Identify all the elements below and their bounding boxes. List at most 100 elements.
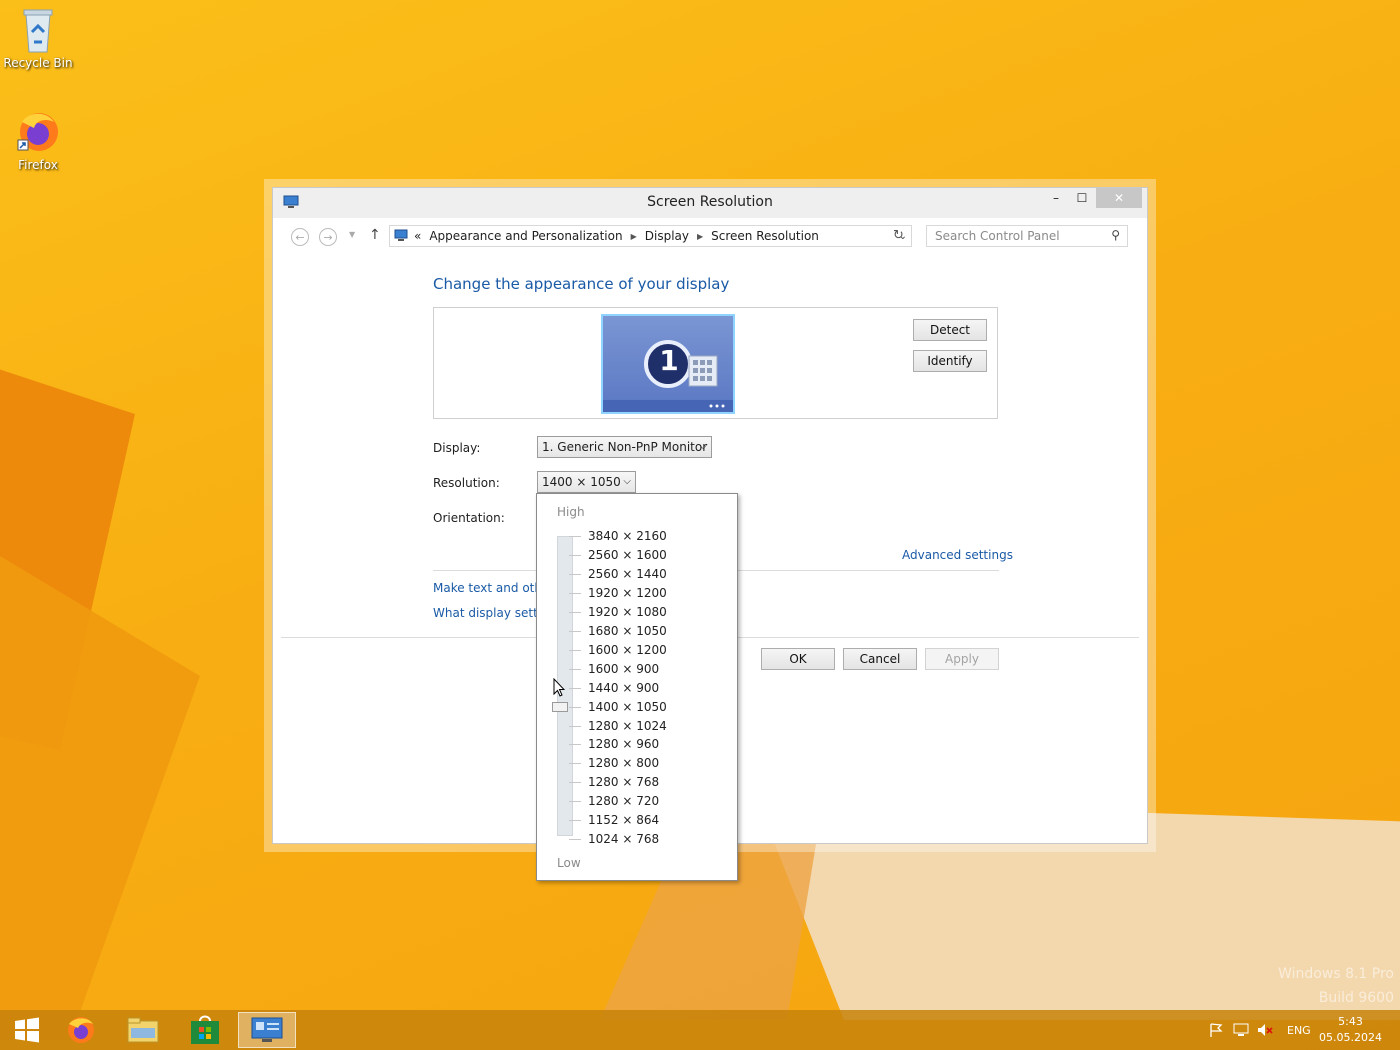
volume-muted-icon[interactable] [1256, 1010, 1274, 1050]
desktop-icon-recycle-bin[interactable]: Recycle Bin [0, 6, 76, 70]
resolution-option[interactable]: 1600 × 1200 [588, 641, 667, 659]
display-label: Display: [433, 441, 481, 455]
chevron-right-icon[interactable]: ▶ [631, 232, 637, 241]
taskbar-store[interactable] [178, 1012, 232, 1048]
slider-tick [569, 782, 581, 784]
chevron-down-icon: ⌵ [699, 441, 707, 452]
clock-time: 5:43 [1338, 1015, 1363, 1028]
resolution-slider-thumb[interactable] [552, 701, 568, 712]
ok-button[interactable]: OK [761, 648, 835, 670]
window-title: Screen Resolution [647, 194, 773, 210]
slider-tick [569, 839, 581, 841]
slider-tick [569, 744, 581, 746]
resolution-option[interactable]: 1280 × 800 [588, 754, 659, 772]
resolution-option[interactable]: 1680 × 1050 [588, 622, 667, 640]
slider-tick [569, 649, 581, 651]
resolution-option[interactable]: 1280 × 960 [588, 735, 659, 753]
network-icon[interactable] [1232, 1010, 1250, 1050]
folder-icon [127, 1017, 159, 1043]
resolution-dropdown: High 3840 × 2160 2560 × 1600 2560 × 1440 19… [536, 493, 738, 881]
display-select[interactable]: 1. Generic Non-PnP Monitor ⌵ [537, 436, 712, 458]
resolution-option[interactable]: 3840 × 2160 [588, 527, 667, 545]
breadcrumb-display[interactable]: Display [645, 229, 689, 243]
apply-button[interactable]: Apply [925, 648, 999, 670]
refresh-icon[interactable]: ↻ [893, 228, 904, 243]
chevron-down-icon: ⌵ [623, 476, 631, 487]
slider-tick [569, 725, 581, 727]
up-arrow-icon[interactable]: ↑ [369, 227, 381, 243]
slider-tick [569, 801, 581, 803]
resolution-label: Resolution: [433, 476, 500, 490]
resolution-option[interactable]: 2560 × 1600 [588, 546, 667, 564]
breadcrumb-appearance[interactable]: Appearance and Personalization [429, 229, 622, 243]
slider-tick [569, 763, 581, 765]
resolution-option[interactable]: 1280 × 720 [588, 792, 659, 810]
close-button[interactable]: ✕ [1096, 188, 1142, 208]
resolution-option[interactable]: 1920 × 1200 [588, 584, 667, 602]
control-panel-icon [251, 1017, 283, 1042]
resolution-option[interactable]: 1280 × 1024 [588, 717, 667, 735]
chevron-right-icon[interactable]: ▶ [697, 232, 703, 241]
advanced-settings-link[interactable]: Advanced settings [902, 548, 1013, 562]
identify-button[interactable]: Identify [913, 350, 987, 372]
title-bar[interactable]: Screen Resolution – ☐ ✕ [273, 188, 1147, 218]
slider-tick [569, 611, 581, 613]
resolution-option[interactable]: 1152 × 864 [588, 811, 659, 829]
taskbar-file-explorer[interactable] [116, 1012, 170, 1048]
firefox-icon [16, 108, 60, 156]
slider-tick [569, 630, 581, 632]
slider-tick [569, 554, 581, 556]
clock-date: 05.05.2024 [1319, 1031, 1382, 1044]
resolution-option[interactable]: 1280 × 768 [588, 773, 659, 791]
high-label: High [557, 505, 585, 519]
resolution-select[interactable]: 1400 × 1050 ⌵ [537, 471, 636, 493]
slider-tick [569, 706, 581, 708]
search-icon[interactable]: ⚲ [1111, 228, 1120, 242]
firefox-icon [68, 1017, 94, 1043]
breadcrumb-overflow[interactable]: « [414, 229, 421, 243]
taskbar-control-panel[interactable] [238, 1012, 296, 1048]
resolution-option[interactable]: 1440 × 900 [588, 679, 659, 697]
address-bar[interactable]: « Appearance and Personalization ▶ Displ… [389, 225, 912, 247]
search-input[interactable]: Search Control Panel ⚲ [926, 225, 1128, 247]
navigation-bar: ← → ▼ ↑ « Appearance and Personalization… [273, 218, 1147, 256]
detect-button[interactable]: Detect [913, 319, 987, 341]
low-label: Low [557, 856, 581, 870]
resolution-option[interactable]: 1920 × 1080 [588, 603, 667, 621]
back-button[interactable]: ← [291, 228, 309, 246]
store-icon [191, 1015, 219, 1044]
slider-tick [569, 668, 581, 670]
monitor-arrangement-area: 1 Detect Identify [433, 307, 998, 419]
resolution-option[interactable]: 2560 × 1440 [588, 565, 667, 583]
os-watermark-edition: Windows 8.1 Pro [1278, 966, 1394, 982]
cancel-button[interactable]: Cancel [843, 648, 917, 670]
resolution-option[interactable]: 1600 × 900 [588, 660, 659, 678]
resolution-option[interactable]: 1024 × 768 [588, 830, 659, 848]
system-clock[interactable]: 5:43 05.05.2024 [1319, 1014, 1382, 1046]
maximize-button[interactable]: ☐ [1067, 188, 1097, 208]
slider-tick [569, 687, 581, 689]
control-panel-icon [394, 229, 408, 244]
desktop-icon-firefox[interactable]: Firefox [0, 108, 76, 172]
input-language-indicator[interactable]: ENG [1287, 1010, 1311, 1050]
page-heading: Change the appearance of your display [433, 275, 730, 293]
windows-logo-icon [15, 1017, 39, 1043]
resolution-option[interactable]: 1400 × 1050 [588, 698, 667, 716]
recent-pages-chevron-icon[interactable]: ▼ [349, 230, 355, 239]
taskbar-firefox[interactable] [54, 1012, 108, 1048]
action-center-flag-icon[interactable] [1208, 1010, 1224, 1050]
taskbar: ENG 5:43 05.05.2024 [0, 1010, 1400, 1050]
recycle-bin-icon [16, 6, 60, 54]
monitor-1-thumbnail[interactable]: 1 [601, 314, 735, 414]
slider-tick [569, 592, 581, 594]
desktop-icon-label: Firefox [18, 158, 58, 172]
os-watermark-build: Build 9600 [1318, 990, 1394, 1006]
desktop-icon-label: Recycle Bin [3, 56, 73, 70]
forward-button[interactable]: → [319, 228, 337, 246]
slider-tick [569, 536, 581, 537]
orientation-label: Orientation: [433, 511, 505, 525]
breadcrumb-screen-resolution[interactable]: Screen Resolution [711, 229, 819, 243]
monitor-number: 1 [659, 344, 679, 377]
slider-tick [569, 573, 581, 575]
start-button[interactable] [0, 1012, 54, 1048]
